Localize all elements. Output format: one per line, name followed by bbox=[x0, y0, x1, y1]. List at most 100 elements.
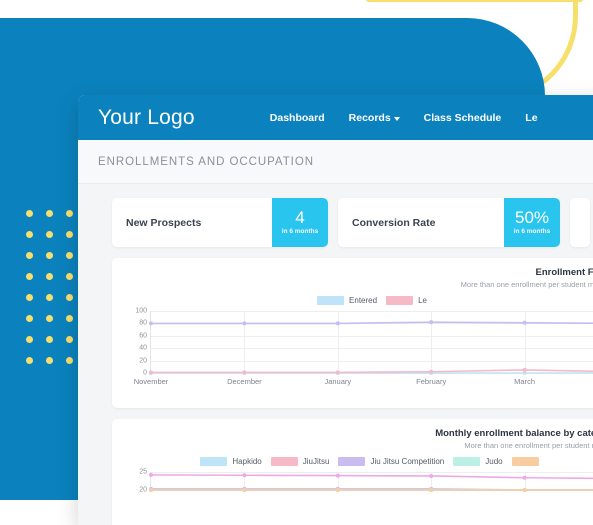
chart-canvas: 0 20 40 60 80 100 November December January Febru… bbox=[134, 308, 593, 386]
chart-legend: Entered Le bbox=[126, 296, 593, 305]
kpi-label: New Prospects bbox=[126, 216, 202, 229]
brand-logo[interactable]: Your Logo bbox=[98, 106, 195, 130]
legend-item[interactable]: JiuJitsu bbox=[270, 457, 330, 466]
nav-link-class-schedule[interactable]: Class Schedule bbox=[424, 112, 502, 124]
legend-swatch bbox=[200, 457, 228, 466]
legend-label: JiuJitsu bbox=[302, 457, 330, 466]
legend-swatch bbox=[511, 457, 539, 466]
chart-data-point[interactable] bbox=[429, 473, 434, 478]
chart-line bbox=[151, 321, 593, 325]
legend-item[interactable]: Hapkido bbox=[200, 457, 262, 466]
decor-dot bbox=[66, 315, 73, 322]
chart-data-point[interactable] bbox=[522, 475, 527, 480]
y-axis-tick: 80 bbox=[139, 319, 147, 327]
legend-swatch bbox=[386, 296, 414, 305]
nav-links: Dashboard Records Class Schedule Le bbox=[270, 112, 538, 124]
chart-canvas: 20 25 bbox=[139, 469, 593, 494]
kpi-sublabel: in 6 months bbox=[281, 228, 319, 235]
page-header: ENROLLMENTS AND OCCUPATION bbox=[78, 140, 593, 184]
x-axis-tick: March bbox=[514, 377, 536, 386]
chart-data-point[interactable] bbox=[149, 488, 153, 492]
yellow-dot-grid bbox=[26, 210, 86, 378]
chart-series-layer bbox=[149, 472, 593, 492]
legend-label: Jiu Jitsu Competition bbox=[370, 457, 445, 466]
chart-data-point[interactable] bbox=[429, 320, 434, 325]
chevron-down-icon bbox=[393, 116, 400, 121]
chart-data-point[interactable] bbox=[522, 367, 527, 372]
kpi-card-truncated[interactable] bbox=[570, 198, 590, 247]
decor-dot bbox=[46, 357, 53, 364]
kpi-row: New Prospects 4 in 6 months Conversion R… bbox=[112, 198, 593, 247]
decor-dot bbox=[66, 294, 73, 301]
nav-link-truncated[interactable]: Le bbox=[525, 112, 537, 124]
chart-plot-area: 20 25 bbox=[126, 469, 593, 494]
chart-data-point[interactable] bbox=[149, 472, 153, 477]
chart-data-point[interactable] bbox=[242, 321, 247, 326]
decor-dot bbox=[46, 252, 53, 259]
chart-data-point[interactable] bbox=[335, 473, 340, 478]
legend-item[interactable] bbox=[511, 457, 544, 466]
chart-data-point[interactable] bbox=[522, 320, 527, 325]
chart-data-point[interactable] bbox=[242, 370, 247, 375]
x-axis-tick: February bbox=[416, 377, 447, 386]
legend-label: Le bbox=[418, 296, 427, 305]
decor-dot bbox=[46, 294, 53, 301]
y-axis-tick: 40 bbox=[139, 344, 147, 352]
chart-legend: Hapkido JiuJitsu Jiu Jitsu Competition Judo bbox=[126, 457, 593, 466]
chart-line bbox=[151, 369, 593, 374]
y-axis-tick: 20 bbox=[139, 357, 147, 365]
decor-dot bbox=[46, 210, 53, 217]
chart-data-point[interactable] bbox=[242, 473, 247, 478]
nav-link-dashboard[interactable]: Dashboard bbox=[270, 112, 325, 124]
chart-card-monthly-balance: Monthly enrollment balance by categ More… bbox=[112, 419, 593, 525]
decor-dot bbox=[46, 336, 53, 343]
decor-dot bbox=[66, 273, 73, 280]
decor-dot bbox=[66, 336, 73, 343]
chart-data-point[interactable] bbox=[149, 321, 153, 326]
page-title: ENROLLMENTS AND OCCUPATION bbox=[98, 155, 314, 168]
decor-dot bbox=[26, 252, 33, 259]
decor-dot bbox=[26, 294, 33, 301]
decor-dot bbox=[66, 357, 73, 364]
kpi-card-conversion-rate[interactable]: Conversion Rate 50% in 6 months bbox=[338, 198, 560, 247]
y-axis-tick: 100 bbox=[135, 307, 147, 315]
chart-line bbox=[150, 474, 593, 480]
decor-dot bbox=[26, 273, 33, 280]
legend-item[interactable]: Entered bbox=[317, 296, 377, 305]
y-axis-tick: 20 bbox=[139, 486, 147, 494]
decor-dot bbox=[46, 273, 53, 280]
chart-subtitle: More than one enrollment per student ma bbox=[464, 441, 593, 450]
legend-item[interactable]: Judo bbox=[453, 457, 503, 466]
decor-dot bbox=[26, 336, 33, 343]
chart-data-point[interactable] bbox=[242, 488, 247, 492]
decor-dot bbox=[26, 357, 33, 364]
nav-link-label: Records bbox=[348, 111, 391, 124]
chart-data-point[interactable] bbox=[149, 370, 153, 375]
x-axis-tick: November bbox=[133, 377, 169, 386]
app-window: Your Logo Dashboard Records Class Schedu… bbox=[78, 95, 593, 525]
chart-data-point[interactable] bbox=[429, 488, 434, 492]
legend-item[interactable]: Le bbox=[386, 296, 427, 305]
chart-data-point[interactable] bbox=[429, 369, 434, 374]
nav-link-label: Class Schedule bbox=[423, 111, 502, 124]
chart-data-point[interactable] bbox=[335, 370, 340, 375]
chart-series-layer bbox=[149, 320, 593, 375]
top-navbar: Your Logo Dashboard Records Class Schedu… bbox=[78, 95, 593, 140]
legend-swatch bbox=[317, 296, 345, 305]
y-axis-tick: 0 bbox=[143, 369, 147, 377]
chart-data-point[interactable] bbox=[522, 488, 527, 492]
chart-title: Enrollment Flo bbox=[535, 267, 593, 278]
decor-dot bbox=[46, 231, 53, 238]
legend-label: Hapkido bbox=[232, 457, 262, 466]
kpi-card-new-prospects[interactable]: New Prospects 4 in 6 months bbox=[112, 198, 328, 247]
x-axis-tick: December bbox=[227, 377, 262, 386]
chart-data-point[interactable] bbox=[335, 488, 340, 492]
legend-label: Entered bbox=[349, 296, 378, 305]
chart-data-point[interactable] bbox=[335, 321, 340, 326]
chart-card-enrollment-flow: Enrollment Flo More than one enrollment … bbox=[112, 258, 593, 408]
kpi-value: 4 bbox=[295, 208, 305, 227]
nav-link-records[interactable]: Records bbox=[349, 112, 400, 124]
legend-item[interactable]: Jiu Jitsu Competition bbox=[338, 457, 444, 466]
nav-link-label: Dashboard bbox=[269, 111, 325, 124]
decor-dot bbox=[26, 210, 33, 217]
